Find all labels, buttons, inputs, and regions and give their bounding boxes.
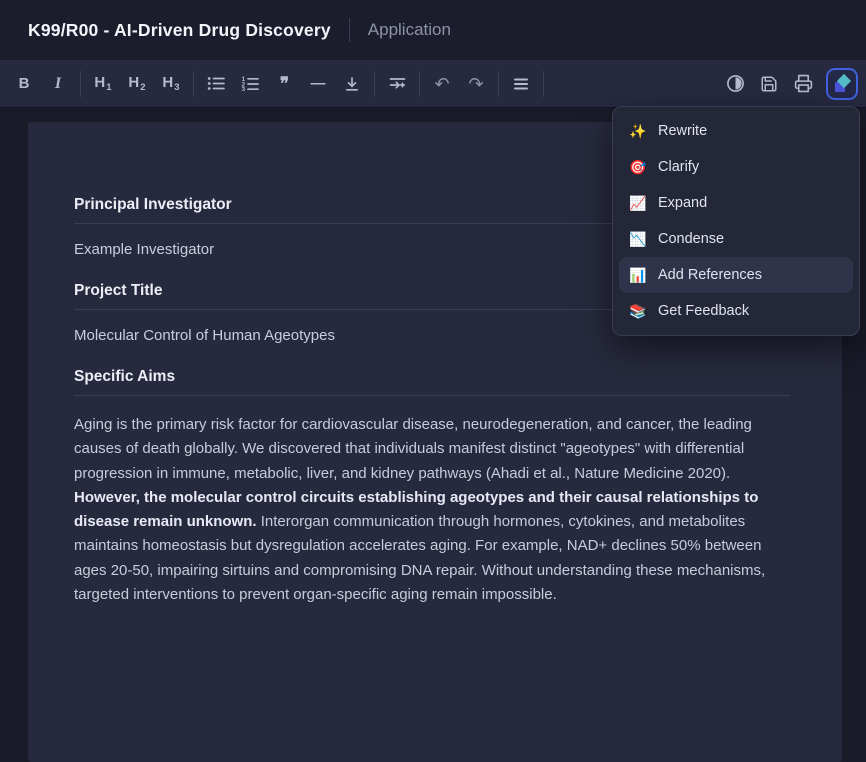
- menu-item-expand[interactable]: 📈 Expand: [619, 185, 853, 221]
- editor-toolbar: B I H1 H2 H3 123 ❞ — ↶ ↷: [0, 60, 866, 108]
- heading-3-button[interactable]: H3: [154, 68, 188, 100]
- toolbar-divider: [80, 71, 81, 97]
- ordered-list-icon: 123: [241, 76, 259, 91]
- toolbar-divider: [543, 71, 544, 97]
- page-title: K99/R00 - AI-Driven Drug Discovery: [28, 20, 331, 41]
- menu-item-clarify[interactable]: 🎯 Clarify: [619, 149, 853, 185]
- aims-segment: Aging is the primary risk factor for car…: [74, 416, 752, 482]
- toolbar-divider: [193, 71, 194, 97]
- chart-increasing-icon: 📈: [629, 195, 647, 212]
- menu-item-label: Get Feedback: [658, 303, 749, 319]
- heading-3-icon: H3: [162, 74, 179, 93]
- print-button[interactable]: [786, 68, 820, 100]
- hard-break-icon: [389, 76, 406, 91]
- books-icon: 📚: [629, 303, 647, 320]
- toolbar-divider: [374, 71, 375, 97]
- menu-item-condense[interactable]: 📉 Condense: [619, 221, 853, 257]
- contrast-icon: [726, 74, 745, 93]
- heading-1-button[interactable]: H1: [86, 68, 120, 100]
- menu-item-label: Add References: [658, 267, 762, 283]
- header: K99/R00 - AI-Driven Drug Discovery Appli…: [0, 0, 866, 60]
- heading-2-icon: H2: [128, 74, 145, 93]
- menu-item-label: Clarify: [658, 159, 699, 175]
- bar-chart-icon: 📊: [629, 267, 647, 284]
- blockquote-icon: ❞: [280, 74, 288, 94]
- menu-item-get-feedback[interactable]: 📚 Get Feedback: [619, 293, 853, 329]
- heading-1-icon: H1: [94, 74, 111, 93]
- menu-item-label: Rewrite: [658, 123, 707, 139]
- contrast-button[interactable]: [718, 68, 752, 100]
- heading-2-button[interactable]: H2: [120, 68, 154, 100]
- print-icon: [794, 74, 813, 93]
- hard-break-button[interactable]: [380, 68, 414, 100]
- ai-assistant-button[interactable]: [826, 68, 858, 100]
- header-divider: [349, 18, 350, 42]
- redo-icon: ↷: [468, 75, 483, 93]
- toolbar-divider: [419, 71, 420, 97]
- undo-button[interactable]: ↶: [425, 68, 459, 100]
- menu-item-add-references[interactable]: 📊 Add References: [619, 257, 853, 293]
- bullet-list-button[interactable]: [199, 68, 233, 100]
- bold-button[interactable]: B: [7, 68, 41, 100]
- menu-item-rewrite[interactable]: ✨ Rewrite: [619, 113, 853, 149]
- menu-item-label: Expand: [658, 195, 707, 211]
- tab-application[interactable]: Application: [368, 20, 451, 40]
- sparkles-icon: ✨: [629, 123, 647, 140]
- ai-logo-icon: [834, 76, 850, 92]
- target-icon: 🎯: [629, 159, 647, 176]
- field-label: Specific Aims: [74, 368, 790, 396]
- justify-menu-button[interactable]: [504, 68, 538, 100]
- italic-icon: I: [55, 75, 61, 93]
- bullet-list-icon: [207, 76, 225, 91]
- ordered-list-button[interactable]: 123: [233, 68, 267, 100]
- editor-content-area: Principal Investigator Example Investiga…: [0, 108, 866, 586]
- save-button[interactable]: [752, 68, 786, 100]
- download-button[interactable]: [335, 68, 369, 100]
- save-icon: [760, 75, 778, 93]
- bold-icon: B: [19, 75, 30, 92]
- horizontal-rule-icon: —: [311, 75, 326, 92]
- ai-actions-menu: ✨ Rewrite 🎯 Clarify 📈 Expand 📉 Condense …: [612, 106, 860, 336]
- field-specific-aims: Specific Aims Aging is the primary risk …: [74, 368, 790, 607]
- toolbar-divider: [498, 71, 499, 97]
- blockquote-button[interactable]: ❞: [267, 68, 301, 100]
- chart-decreasing-icon: 📉: [629, 231, 647, 248]
- justify-icon: [513, 77, 529, 91]
- menu-item-label: Condense: [658, 231, 724, 247]
- download-icon: [344, 76, 360, 92]
- svg-text:3: 3: [242, 87, 246, 92]
- italic-button[interactable]: I: [41, 68, 75, 100]
- redo-button[interactable]: ↷: [459, 68, 493, 100]
- undo-icon: ↶: [434, 75, 449, 93]
- horizontal-rule-button[interactable]: —: [301, 68, 335, 100]
- specific-aims-text[interactable]: Aging is the primary risk factor for car…: [74, 413, 790, 607]
